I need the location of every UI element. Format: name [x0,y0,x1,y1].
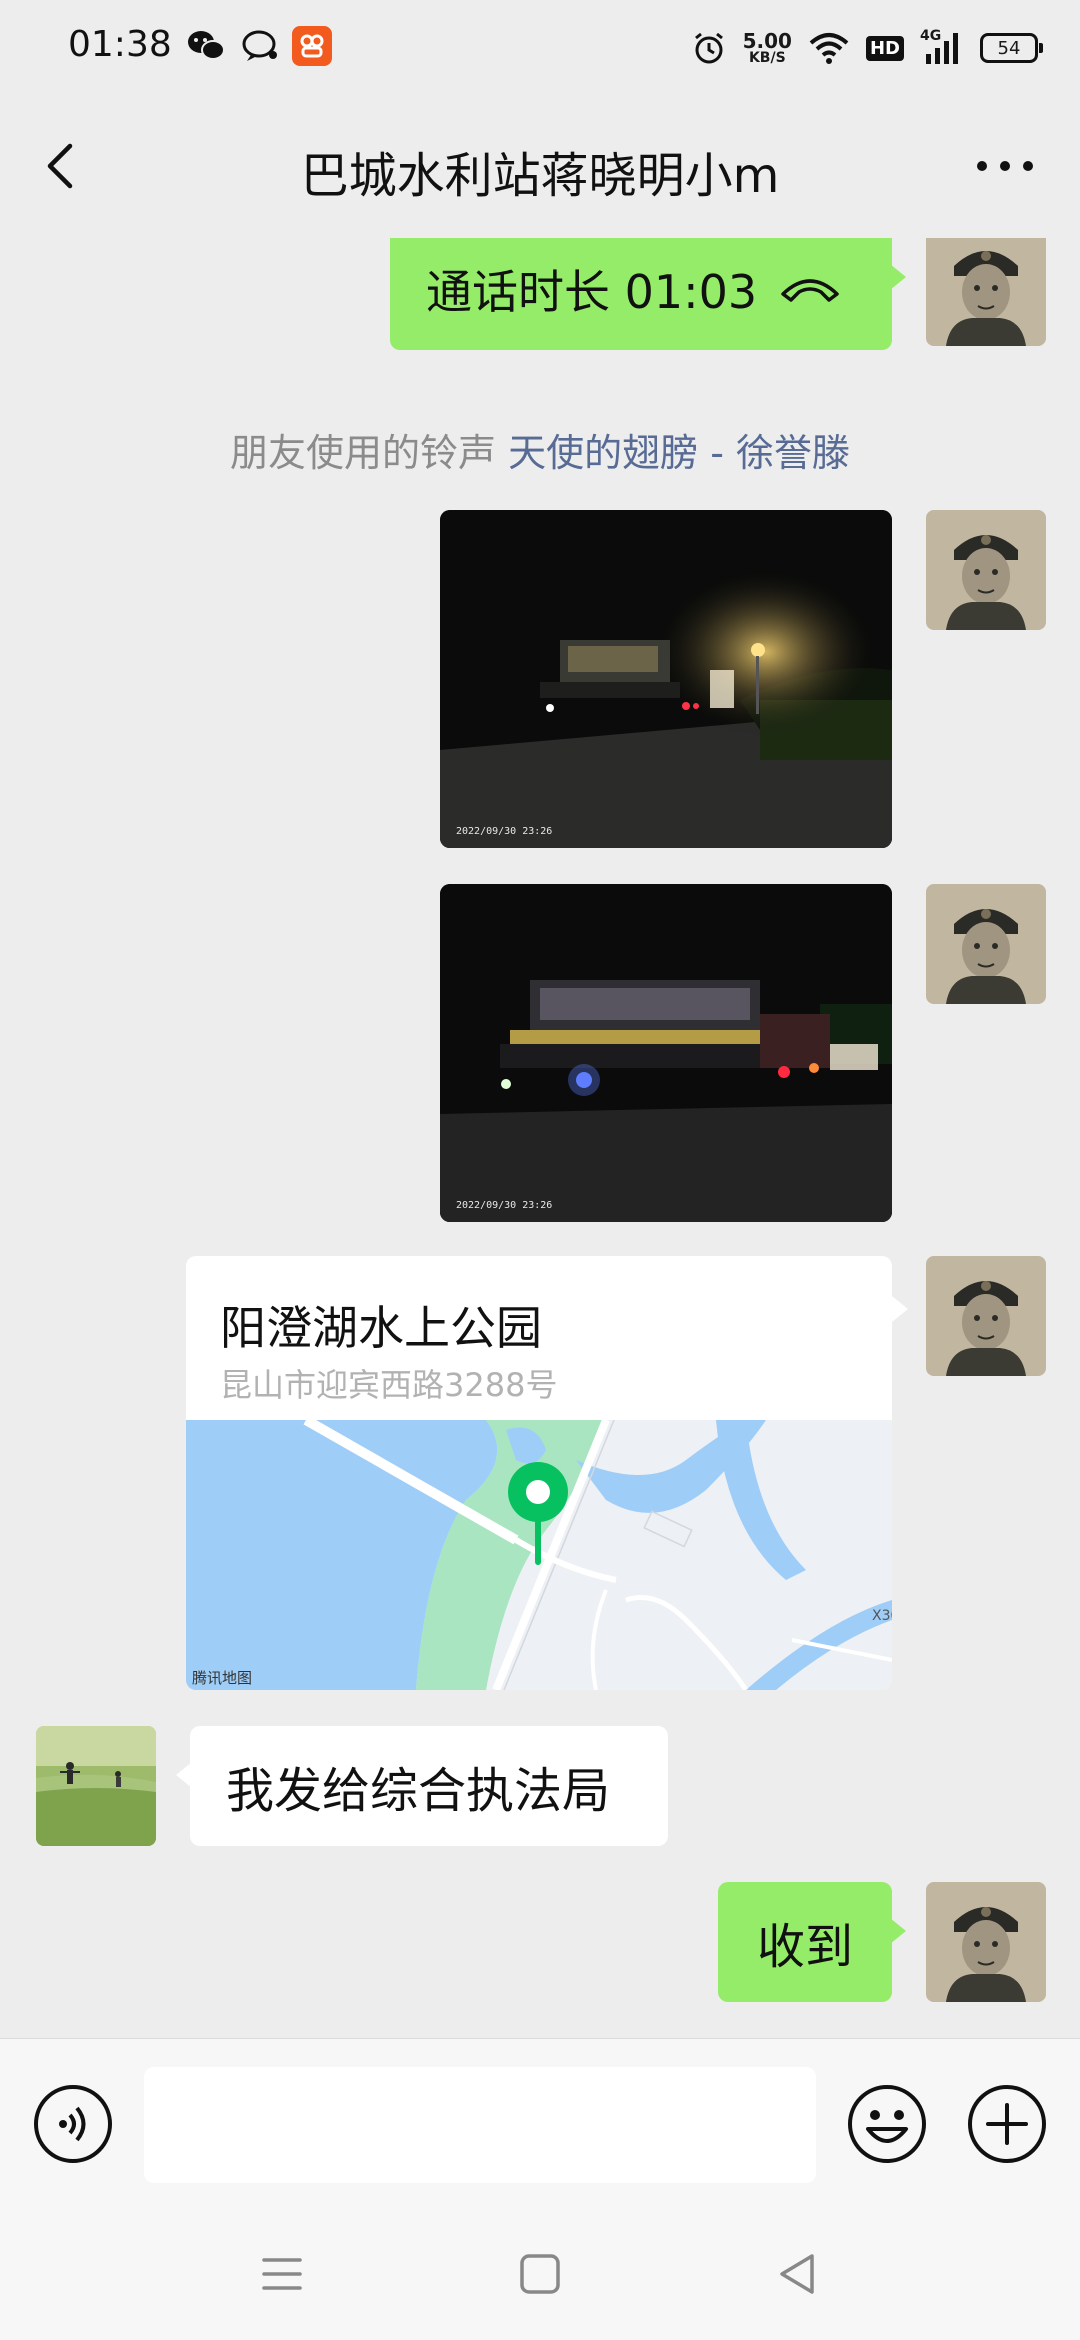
call-record-bubble[interactable]: 通话时长 01:03 [390,238,906,350]
back-triangle-icon [780,2254,814,2294]
plus-icon [968,2085,1046,2163]
more-dots-icon [977,161,1033,171]
photo-message-2[interactable]: 2022/09/30 23:26 [440,884,892,1222]
location-address: 昆山市迎宾西路3288号 [220,1366,558,1404]
chevron-left-icon [47,143,73,189]
location-card[interactable]: 阳澄湖水上公园 昆山市迎宾西路3288号 X3 腾讯地图 [186,1256,892,1690]
message-input[interactable] [144,2067,816,2183]
my-avatar[interactable] [926,884,1046,1004]
emoji-icon [848,2085,926,2163]
status-right: 5.00 KB/S HD 4G 54 [691,22,1043,74]
hd-badge: HD [865,35,904,61]
map-road-label: X30 [872,1608,892,1624]
ringtone-link[interactable]: 天使的翅膀 - 徐誉滕 [508,431,850,475]
chat-area[interactable]: 通话时长 01:03 朋友使用的铃声 天使的翅膀 - 徐誉滕 2022/09/3… [0,238,1080,2038]
emoji-button[interactable] [846,2083,928,2165]
received-message-text: 我发给综合执法局 [226,1763,611,1819]
alarm-icon [694,32,723,64]
sent-message-text: 收到 [756,1919,853,1975]
location-title: 阳澄湖水上公园 [220,1301,542,1355]
hangup-phone-icon [781,279,839,302]
wifi-icon [809,33,849,64]
input-bar [0,2038,1080,2208]
sent-message-bubble[interactable]: 收到 [718,1882,906,2002]
my-avatar[interactable] [926,238,1046,346]
voice-icon [34,2085,112,2163]
plus-button[interactable] [966,2083,1048,2165]
status-time: 01:38 [68,24,172,65]
net-speed: 5.00 KB/S [742,29,792,66]
photo-message-1[interactable]: 2022/09/30 23:26 [440,510,892,848]
back-button[interactable] [34,136,94,196]
photo1-timestamp: 2022/09/30 23:26 [456,826,552,837]
my-avatar[interactable] [926,510,1046,630]
app-badge-icon [292,26,332,66]
more-button[interactable] [970,136,1040,196]
location-map[interactable]: X30 腾讯地图 [186,1415,892,1690]
ringtone-note: 朋友使用的铃声 天使的翅膀 - 徐誉滕 [230,431,850,475]
location-bubble-tail [892,1296,908,1322]
menu-button[interactable] [254,2246,310,2302]
voice-button[interactable] [32,2083,114,2165]
chat-bubble-icon [240,26,280,66]
home-button[interactable] [512,2246,568,2302]
photo2-timestamp: 2022/09/30 23:26 [456,1200,552,1211]
menu-icon [262,2258,302,2290]
chat-header: 巴城水利站蒋晓明小m [0,96,1080,238]
wechat-icon [186,26,226,66]
battery-icon: 54 [980,33,1043,63]
map-credit: 腾讯地图 [192,1669,253,1687]
system-nav-bar [0,2208,1080,2340]
my-avatar[interactable] [926,1882,1046,2002]
contact-avatar[interactable] [36,1726,156,1846]
home-icon [520,2254,560,2294]
received-message-bubble[interactable]: 我发给综合执法局 [176,1726,668,1846]
call-duration-text: 通话时长 01:03 [426,265,758,319]
status-bar: 01:38 5.00 KB/S HD 4G 54 [0,0,1080,96]
chat-title: 巴城水利站蒋晓明小m [300,148,780,204]
nav-back-button[interactable] [770,2246,826,2302]
my-avatar[interactable] [926,1256,1046,1376]
signal-icon: 4G [920,28,964,68]
